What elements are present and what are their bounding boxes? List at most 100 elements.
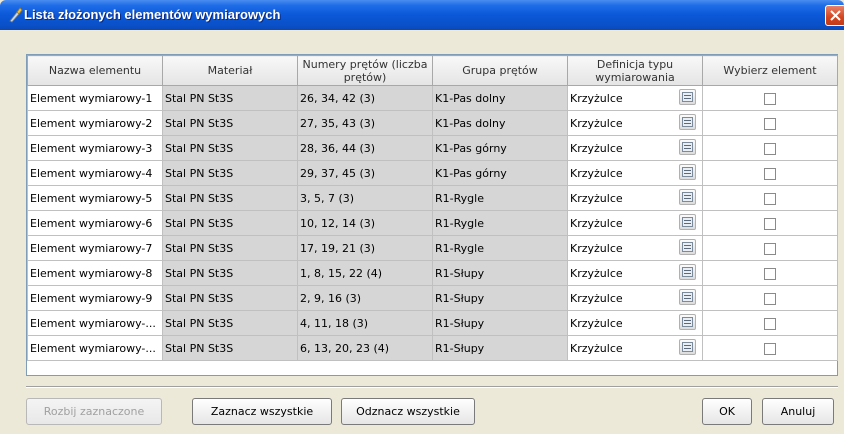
cell-definition[interactable]: Krzyżulce [567,260,703,286]
list-icon [682,142,693,152]
select-checkbox[interactable] [764,142,776,155]
cell-group: R1-Rygle [432,185,568,211]
select-checkbox[interactable] [764,317,776,330]
select-all-button[interactable]: Zaznacz wszystkie [192,398,332,425]
column-header-definition[interactable]: Definicja typu wymiarowania [567,55,703,86]
cell-select [702,85,838,111]
definition-picker-button[interactable] [679,214,696,230]
cell-name[interactable]: Element wymiarowy-4 [27,160,163,186]
cell-bars: 4, 11, 18 (3) [297,310,433,336]
table-row[interactable]: Element wymiarowy-... Stal PN St3S 6, 13, … [27,335,838,361]
table-row[interactable]: Element wymiarowy-3 Stal PN St3S 28, 36, 4… [27,135,838,161]
table-row[interactable]: Element wymiarowy-8 Stal PN St3S 1, 8, 15,… [27,260,838,286]
cell-material: Stal PN St3S [162,335,298,361]
definition-picker-button[interactable] [679,164,696,180]
cell-bars: 10, 12, 14 (3) [297,210,433,236]
definition-text: Krzyżulce [570,141,623,155]
cell-name[interactable]: Element wymiarowy-6 [27,210,163,236]
table-row[interactable]: Element wymiarowy-1 Stal PN St3S 26, 34, 4… [27,85,838,111]
list-icon [682,342,693,352]
cell-select [702,185,838,211]
column-header-group[interactable]: Grupa prętów [432,55,568,86]
split-selected-button[interactable]: Rozbij zaznaczone [26,398,162,425]
cell-name[interactable]: Element wymiarowy-2 [27,110,163,136]
definition-picker-button[interactable] [679,339,696,355]
cell-definition[interactable]: Krzyżulce [567,285,703,311]
select-checkbox[interactable] [764,192,776,205]
definition-text: Krzyżulce [570,341,623,355]
column-header-name[interactable]: Nazwa elementu [27,55,163,86]
definition-picker-button[interactable] [679,189,696,205]
list-icon [682,117,693,127]
window-title: Lista złożonych elementów wymiarowych [24,7,281,22]
cell-name[interactable]: Element wymiarowy-5 [27,185,163,211]
definition-picker-button[interactable] [679,114,696,130]
select-checkbox[interactable] [764,292,776,305]
select-checkbox[interactable] [764,217,776,230]
cell-name[interactable]: Element wymiarowy-7 [27,235,163,261]
deselect-all-button[interactable]: Odznacz wszystkie [341,398,475,425]
title-bar[interactable]: Lista złożonych elementów wymiarowych [0,0,844,30]
definition-picker-button[interactable] [679,314,696,330]
select-checkbox[interactable] [764,167,776,180]
cell-select [702,335,838,361]
select-checkbox[interactable] [764,342,776,355]
app-icon [9,7,23,23]
cell-name[interactable]: Element wymiarowy-9 [27,285,163,311]
column-header-material[interactable]: Materiał [162,55,298,86]
definition-text: Krzyżulce [570,316,623,330]
cell-group: R1-Słupy [432,260,568,286]
table-row[interactable]: Element wymiarowy-7 Stal PN St3S 17, 19, 2… [27,235,838,261]
cell-material: Stal PN St3S [162,310,298,336]
table-row[interactable]: Element wymiarowy-4 Stal PN St3S 29, 37, 4… [27,160,838,186]
cell-definition[interactable]: Krzyżulce [567,210,703,236]
cell-name[interactable]: Element wymiarowy-1 [27,85,163,111]
table-row[interactable]: Element wymiarowy-9 Stal PN St3S 2, 9, 16 … [27,285,838,311]
cell-material: Stal PN St3S [162,110,298,136]
cell-definition[interactable]: Krzyżulce [567,110,703,136]
cell-name[interactable]: Element wymiarowy-3 [27,135,163,161]
cell-name[interactable]: Element wymiarowy-... [27,335,163,361]
select-checkbox[interactable] [764,267,776,280]
table-row[interactable]: Element wymiarowy-6 Stal PN St3S 10, 12, 1… [27,210,838,236]
cell-material: Stal PN St3S [162,210,298,236]
divider [26,386,838,388]
close-button[interactable] [825,5,844,26]
cell-select [702,135,838,161]
definition-text: Krzyżulce [570,266,623,280]
cell-group: R1-Rygle [432,235,568,261]
definition-text: Krzyżulce [570,216,623,230]
cell-definition[interactable]: Krzyżulce [567,235,703,261]
definition-picker-button[interactable] [679,239,696,255]
definition-picker-button[interactable] [679,139,696,155]
table-header-row: Nazwa elementu Materiał Numery prętów (l… [27,55,838,86]
definition-picker-button[interactable] [679,264,696,280]
definition-picker-button[interactable] [679,89,696,105]
cell-select [702,160,838,186]
cancel-button[interactable]: Anuluj [762,398,834,425]
cell-definition[interactable]: Krzyżulce [567,185,703,211]
cell-definition[interactable]: Krzyżulce [567,160,703,186]
cell-bars: 17, 19, 21 (3) [297,235,433,261]
cell-definition[interactable]: Krzyżulce [567,335,703,361]
cell-name[interactable]: Element wymiarowy-8 [27,260,163,286]
cell-name[interactable]: Element wymiarowy-... [27,310,163,336]
cell-definition[interactable]: Krzyżulce [567,85,703,111]
table-row[interactable]: Element wymiarowy-5 Stal PN St3S 3, 5, 7 (… [27,185,838,211]
table-row[interactable]: Element wymiarowy-... Stal PN St3S 4, 11, … [27,310,838,336]
definition-picker-button[interactable] [679,289,696,305]
select-checkbox[interactable] [764,117,776,130]
cell-select [702,210,838,236]
column-header-select[interactable]: Wybierz element [702,55,838,86]
close-icon [830,10,841,21]
cell-definition[interactable]: Krzyżulce [567,310,703,336]
column-header-bars[interactable]: Numery prętów (liczba prętów) [297,55,433,86]
select-checkbox[interactable] [764,242,776,255]
ok-button[interactable]: OK [702,398,752,425]
table-row[interactable]: Element wymiarowy-2 Stal PN St3S 27, 35, 4… [27,110,838,136]
definition-text: Krzyżulce [570,241,623,255]
cell-definition[interactable]: Krzyżulce [567,135,703,161]
cell-bars: 27, 35, 43 (3) [297,110,433,136]
select-checkbox[interactable] [764,92,776,105]
list-icon [682,167,693,177]
